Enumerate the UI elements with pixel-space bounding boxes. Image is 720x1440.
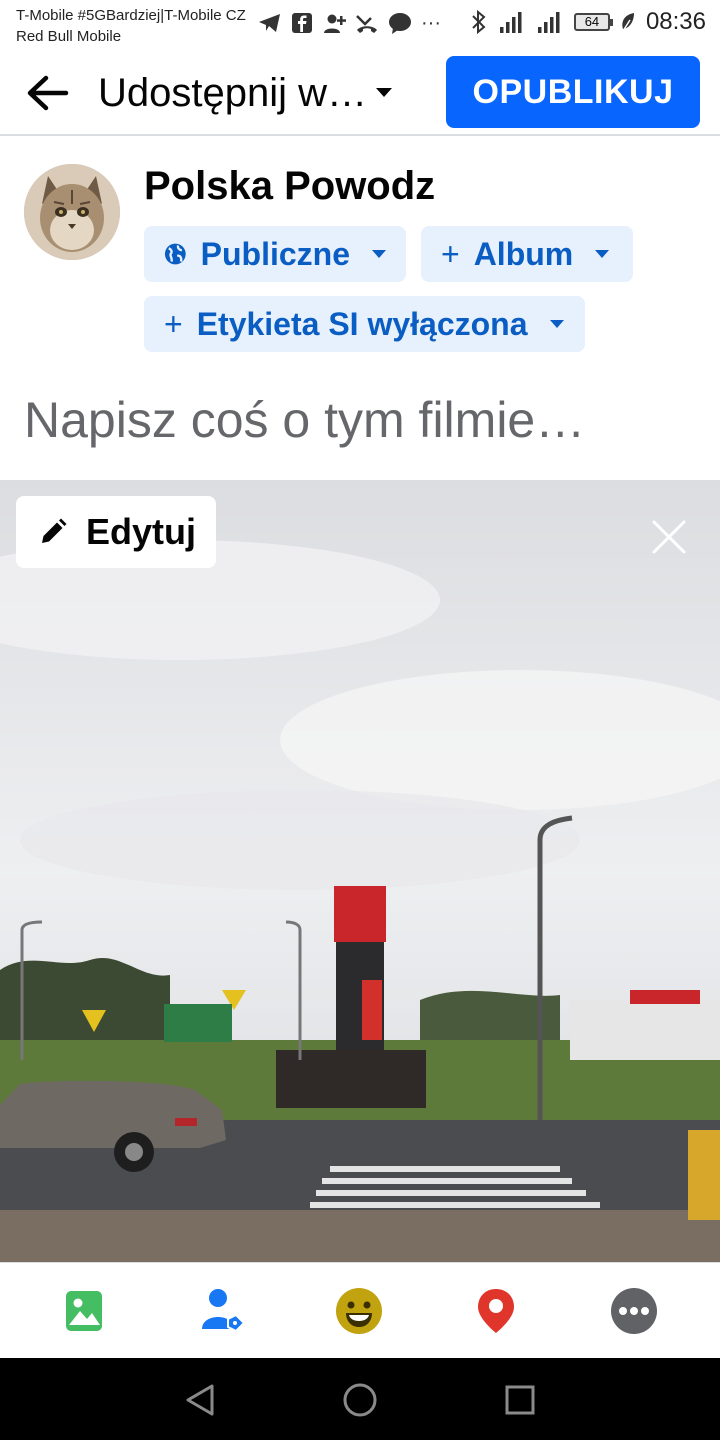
post-options-toolbar bbox=[0, 1262, 720, 1358]
clock: 08:36 bbox=[645, 8, 706, 35]
missed-call-icon bbox=[356, 15, 377, 33]
back-triangle-icon[interactable] bbox=[180, 1380, 220, 1420]
facebook-icon bbox=[292, 13, 312, 33]
audience-label: Publiczne bbox=[200, 235, 350, 272]
ai-label-selector[interactable]: + Etykieta SI wyłączona bbox=[144, 296, 585, 352]
system-navigation-bar bbox=[0, 1358, 720, 1440]
close-icon[interactable] bbox=[648, 516, 690, 558]
carrier-line-2: Red Bull Mobile bbox=[16, 28, 122, 45]
signal-icon bbox=[499, 12, 522, 33]
ai-label-text: Etykieta SI wyłączona bbox=[196, 305, 528, 342]
signal-2-icon bbox=[537, 12, 560, 33]
edit-video-button[interactable]: Edytuj bbox=[16, 496, 216, 568]
recents-square-icon[interactable] bbox=[500, 1380, 540, 1420]
add-friend-icon bbox=[324, 14, 346, 33]
lynx-avatar-image bbox=[24, 164, 120, 260]
album-selector[interactable]: + Album bbox=[421, 226, 633, 282]
video-thumbnail bbox=[0, 480, 720, 1262]
location-icon[interactable] bbox=[470, 1285, 522, 1337]
top-bar: Udostępnij w… OPUBLIKUJ bbox=[0, 50, 720, 136]
publish-button[interactable]: OPUBLIKUJ bbox=[446, 56, 700, 128]
post-text-input[interactable]: Napisz coś o tym filmie… bbox=[24, 390, 585, 450]
album-label: Album bbox=[473, 235, 574, 272]
status-bar: T-Mobile #5GBardziej|T-Mobile CZ Red Bul… bbox=[0, 0, 720, 50]
feeling-icon[interactable] bbox=[333, 1285, 385, 1337]
carrier-info: T-Mobile #5GBardziej|T-Mobile CZ Red Bul… bbox=[16, 5, 246, 47]
carrier-line-1: T-Mobile #5GBardziej|T-Mobile CZ bbox=[16, 7, 246, 24]
plus-icon: + bbox=[441, 235, 460, 272]
video-preview[interactable]: Edytuj bbox=[0, 480, 720, 1262]
share-destination-title[interactable]: Udostępnij w… bbox=[98, 70, 367, 116]
pencil-icon bbox=[42, 518, 67, 543]
more-notifications-icon: ··· bbox=[421, 12, 441, 34]
back-arrow-icon[interactable] bbox=[24, 72, 72, 114]
tag-people-icon[interactable] bbox=[196, 1285, 248, 1337]
avatar[interactable] bbox=[24, 164, 120, 260]
notification-icons: ··· bbox=[258, 12, 441, 34]
globe-icon bbox=[164, 243, 186, 265]
battery-indicator: 64 bbox=[573, 13, 613, 31]
plus-icon: + bbox=[164, 305, 183, 342]
bluetooth-icon bbox=[472, 9, 486, 35]
photo-icon[interactable] bbox=[58, 1285, 110, 1337]
author-name: Polska Powodz bbox=[144, 164, 436, 208]
chevron-down-icon[interactable] bbox=[376, 88, 392, 97]
chevron-down-icon bbox=[595, 250, 610, 258]
telegram-icon bbox=[259, 14, 280, 32]
chevron-down-icon bbox=[549, 320, 564, 328]
audience-selector[interactable]: Publiczne bbox=[144, 226, 406, 282]
system-icons: 64 08:36 bbox=[470, 8, 706, 36]
more-icon[interactable] bbox=[608, 1285, 660, 1337]
edit-label: Edytuj bbox=[86, 511, 197, 552]
home-circle-icon[interactable] bbox=[340, 1380, 380, 1420]
power-saving-leaf-icon bbox=[622, 13, 634, 32]
messenger-icon bbox=[389, 13, 411, 34]
chevron-down-icon bbox=[372, 250, 386, 258]
